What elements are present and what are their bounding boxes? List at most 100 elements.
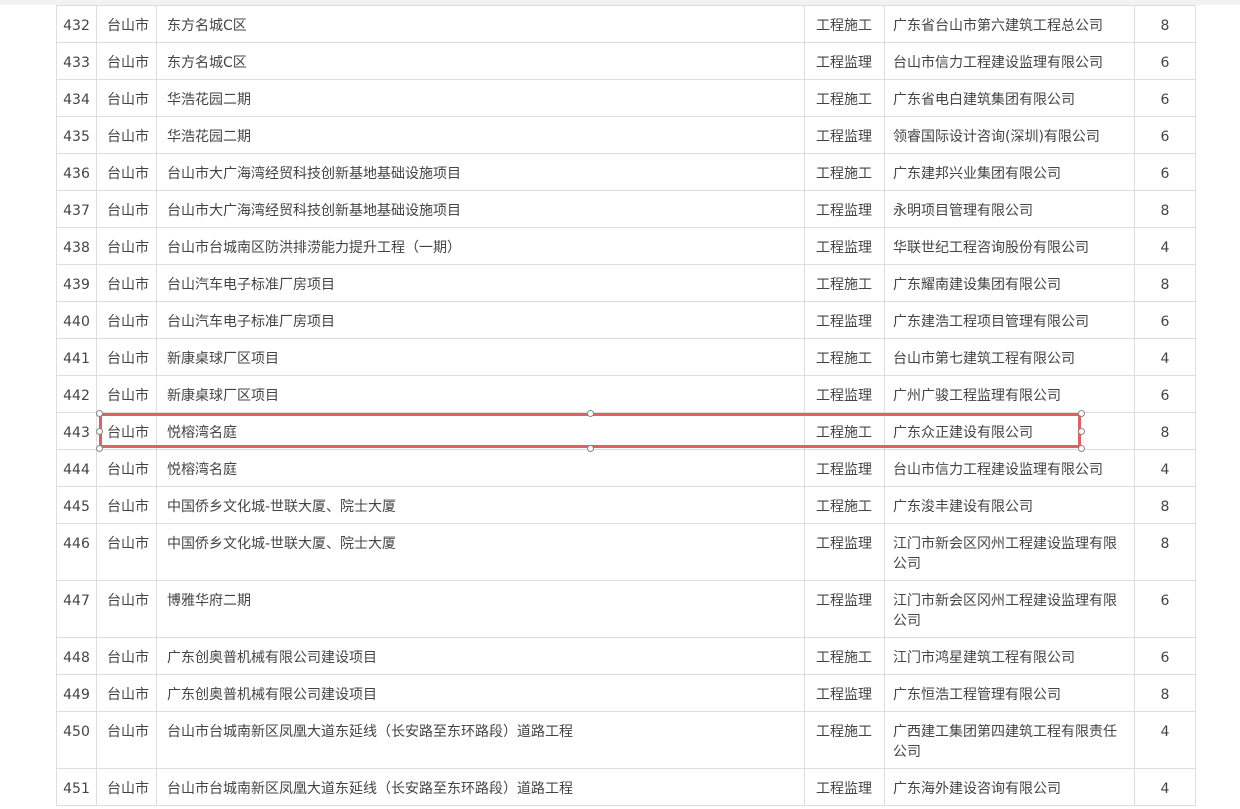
row-number: 443 <box>56 413 97 449</box>
company-name: 广东恒浩工程管理有限公司 <box>885 675 1135 711</box>
count-cell: 8 <box>1135 487 1196 523</box>
project-name: 台山汽车电子标准厂房项目 <box>157 265 805 301</box>
table-row[interactable]: 448 台山市 广东创奥普机械有限公司建设项目 工程施工 江门市鸿星建筑工程有限公司 6 <box>56 638 1196 675</box>
contract-type: 工程施工 <box>805 487 885 523</box>
table-row[interactable]: 438 台山市 台山市台城南区防洪排涝能力提升工程（一期） 工程监理 华联世纪工程咨询股… <box>56 228 1196 265</box>
row-number: 432 <box>56 6 97 42</box>
table-row[interactable]: 440 台山市 台山汽车电子标准厂房项目 工程监理 广东建浩工程项目管理有限公司 6 <box>56 302 1196 339</box>
project-name: 华浩花园二期 <box>157 80 805 116</box>
company-name: 江门市新会区冈州工程建设监理有限公司 <box>885 524 1135 580</box>
project-name: 台山市大广海湾经贸科技创新基地基础设施项目 <box>157 191 805 227</box>
table-row[interactable]: 441 台山市 新康桌球厂区项目 工程施工 台山市第七建筑工程有限公司 4 <box>56 339 1196 376</box>
table-row[interactable]: 433 台山市 东方名城C区 工程监理 台山市信力工程建设监理有限公司 6 <box>56 43 1196 80</box>
company-name: 广东浚丰建设有限公司 <box>885 487 1135 523</box>
city-cell: 台山市 <box>97 376 157 412</box>
contract-type: 工程施工 <box>805 6 885 42</box>
table-row[interactable]: 436 台山市 台山市大广海湾经贸科技创新基地基础设施项目 工程施工 广东建邦兴业集团有… <box>56 154 1196 191</box>
table-row[interactable]: 434 台山市 华浩花园二期 工程施工 广东省电白建筑集团有限公司 6 <box>56 80 1196 117</box>
contract-type: 工程监理 <box>805 769 885 805</box>
project-name: 台山市台城南新区凤凰大道东延线（长安路至东环路段）道路工程 <box>157 769 805 805</box>
row-number: 446 <box>56 524 97 580</box>
count-cell: 6 <box>1135 154 1196 190</box>
contract-type: 工程监理 <box>805 228 885 264</box>
table-row[interactable]: 432 台山市 东方名城C区 工程施工 广东省台山市第六建筑工程总公司 8 <box>56 6 1196 43</box>
count-cell: 6 <box>1135 117 1196 153</box>
row-number: 451 <box>56 769 97 805</box>
city-cell: 台山市 <box>97 524 157 580</box>
project-name: 悦榕湾名庭 <box>157 450 805 486</box>
selection-handle[interactable] <box>587 445 594 452</box>
company-name: 华联世纪工程咨询股份有限公司 <box>885 228 1135 264</box>
count-cell: 8 <box>1135 675 1196 711</box>
contract-type: 工程施工 <box>805 154 885 190</box>
table-row[interactable]: 444 台山市 悦榕湾名庭 工程监理 台山市信力工程建设监理有限公司 4 <box>56 450 1196 487</box>
contract-type: 工程监理 <box>805 302 885 338</box>
selection-handle[interactable] <box>96 428 103 435</box>
contract-type: 工程监理 <box>805 450 885 486</box>
company-name: 台山市信力工程建设监理有限公司 <box>885 43 1135 79</box>
table-row[interactable]: 442 台山市 新康桌球厂区项目 工程监理 广州广骏工程监理有限公司 6 <box>56 376 1196 413</box>
city-cell: 台山市 <box>97 191 157 227</box>
row-number: 445 <box>56 487 97 523</box>
count-cell: 4 <box>1135 769 1196 805</box>
selection-handle[interactable] <box>1078 445 1085 452</box>
table-row[interactable]: 445 台山市 中国侨乡文化城-世联大厦、院士大厦 工程施工 广东浚丰建设有限公司 8 <box>56 487 1196 524</box>
contract-type: 工程监理 <box>805 43 885 79</box>
count-cell: 8 <box>1135 524 1196 580</box>
city-cell: 台山市 <box>97 638 157 674</box>
project-name: 中国侨乡文化城-世联大厦、院士大厦 <box>157 524 805 580</box>
count-cell: 6 <box>1135 638 1196 674</box>
company-name: 江门市新会区冈州工程建设监理有限公司 <box>885 581 1135 637</box>
contract-type: 工程施工 <box>805 712 885 768</box>
table-row[interactable]: 439 台山市 台山汽车电子标准厂房项目 工程施工 广东耀南建设集团有限公司 8 <box>56 265 1196 302</box>
city-cell: 台山市 <box>97 154 157 190</box>
company-name: 江门市鸿星建筑工程有限公司 <box>885 638 1135 674</box>
row-number: 435 <box>56 117 97 153</box>
city-cell: 台山市 <box>97 450 157 486</box>
project-name: 新康桌球厂区项目 <box>157 376 805 412</box>
selection-handle[interactable] <box>1078 410 1085 417</box>
count-cell: 8 <box>1135 265 1196 301</box>
table-row[interactable]: 443 台山市 悦榕湾名庭 工程施工 广东众正建设有限公司 8 <box>56 413 1196 450</box>
row-number: 436 <box>56 154 97 190</box>
table-row[interactable]: 449 台山市 广东创奥普机械有限公司建设项目 工程监理 广东恒浩工程管理有限公司 8 <box>56 675 1196 712</box>
company-name: 永明项目管理有限公司 <box>885 191 1135 227</box>
project-name: 中国侨乡文化城-世联大厦、院士大厦 <box>157 487 805 523</box>
row-number: 442 <box>56 376 97 412</box>
city-cell: 台山市 <box>97 43 157 79</box>
company-name: 台山市信力工程建设监理有限公司 <box>885 450 1135 486</box>
table-row[interactable]: 446 台山市 中国侨乡文化城-世联大厦、院士大厦 工程监理 江门市新会区冈州工程建设监… <box>56 524 1196 581</box>
selection-handle[interactable] <box>96 445 103 452</box>
company-name: 广东建邦兴业集团有限公司 <box>885 154 1135 190</box>
contract-type: 工程监理 <box>805 376 885 412</box>
project-name: 广东创奥普机械有限公司建设项目 <box>157 675 805 711</box>
selection-handle[interactable] <box>1078 428 1085 435</box>
count-cell: 6 <box>1135 43 1196 79</box>
table-row[interactable]: 435 台山市 华浩花园二期 工程监理 领睿国际设计咨询(深圳)有限公司 6 <box>56 117 1196 154</box>
city-cell: 台山市 <box>97 675 157 711</box>
table-row[interactable]: 447 台山市 博雅华府二期 工程监理 江门市新会区冈州工程建设监理有限公司 6 <box>56 581 1196 638</box>
table-row[interactable]: 450 台山市 台山市台城南新区凤凰大道东延线（长安路至东环路段）道路工程 工程施工广… <box>56 712 1196 769</box>
row-number: 434 <box>56 80 97 116</box>
row-number: 449 <box>56 675 97 711</box>
row-number: 447 <box>56 581 97 637</box>
row-number: 444 <box>56 450 97 486</box>
city-cell: 台山市 <box>97 769 157 805</box>
contract-type: 工程施工 <box>805 265 885 301</box>
selection-handle[interactable] <box>96 410 103 417</box>
city-cell: 台山市 <box>97 339 157 375</box>
row-number: 439 <box>56 265 97 301</box>
count-cell: 4 <box>1135 450 1196 486</box>
company-name: 广东省台山市第六建筑工程总公司 <box>885 6 1135 42</box>
count-cell: 8 <box>1135 191 1196 227</box>
project-name: 台山市台城南新区凤凰大道东延线（长安路至东环路段）道路工程 <box>157 712 805 768</box>
contract-type: 工程监理 <box>805 581 885 637</box>
count-cell: 6 <box>1135 581 1196 637</box>
count-cell: 6 <box>1135 302 1196 338</box>
selection-handle[interactable] <box>587 410 594 417</box>
contract-type: 工程施工 <box>805 339 885 375</box>
data-table: 432 台山市 东方名城C区 工程施工 广东省台山市第六建筑工程总公司 8 433 台山市 东方… <box>56 5 1196 806</box>
table-row[interactable]: 451 台山市 台山市台城南新区凤凰大道东延线（长安路至东环路段）道路工程 工程监理广… <box>56 769 1196 806</box>
table-row[interactable]: 437 台山市 台山市大广海湾经贸科技创新基地基础设施项目 工程监理 永明项目管理有限公… <box>56 191 1196 228</box>
contract-type: 工程监理 <box>805 675 885 711</box>
